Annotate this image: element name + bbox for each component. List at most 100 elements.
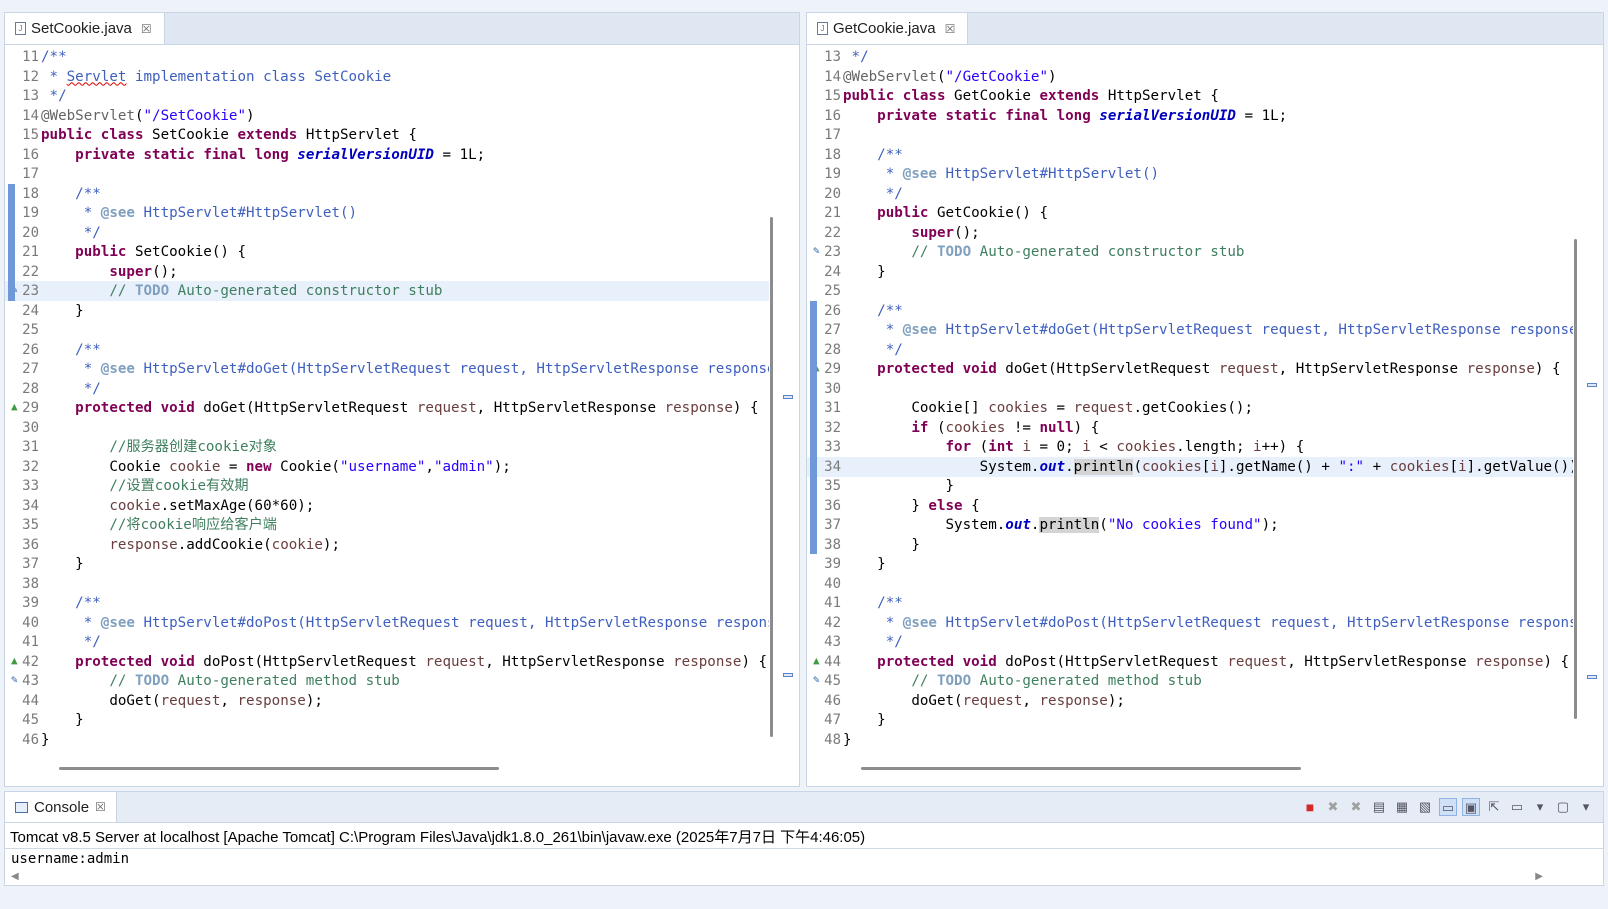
code-text[interactable]: Cookie[] cookies = request.getCookies(); xyxy=(843,398,1253,418)
code-text[interactable]: } xyxy=(843,710,886,730)
code-text[interactable]: doGet(request, response); xyxy=(843,691,1125,711)
code-text[interactable]: } else { xyxy=(843,496,979,516)
code-line-26[interactable]: 26 /** xyxy=(5,340,769,360)
code-line-37[interactable]: 37 System.out.println("No cookies found"… xyxy=(807,515,1573,535)
code-text[interactable]: } xyxy=(843,554,886,574)
code-line-17[interactable]: 17 xyxy=(5,164,769,184)
code-line-27[interactable]: 27 * @see HttpServlet#doGet(HttpServletR… xyxy=(5,359,769,379)
code-line-46[interactable]: 46} xyxy=(5,730,769,750)
editor-setcookie[interactable]: J SetCookie.java ☒ 11/** 12 * Servlet imp… xyxy=(4,12,800,787)
code-line-27[interactable]: 27 * @see HttpServlet#doGet(HttpServletR… xyxy=(807,320,1573,340)
scrollbar-thumb[interactable] xyxy=(1574,239,1577,719)
override-marker-icon[interactable]: ▲ xyxy=(11,654,18,668)
close-tab-icon[interactable]: ☒ xyxy=(945,22,956,36)
code-text[interactable]: // TODO Auto-generated method stub xyxy=(41,671,399,691)
code-text[interactable]: @WebServlet("/GetCookie") xyxy=(843,67,1057,87)
code-area[interactable]: 13 */14 @WebServlet("/GetCookie") 15 public… xyxy=(807,45,1573,755)
scrollbar-thumb[interactable] xyxy=(861,767,1301,770)
code-line-30[interactable]: 30 xyxy=(5,418,769,438)
code-text[interactable]: * @see HttpServlet#HttpServlet() xyxy=(843,164,1159,184)
code-line-22[interactable]: 22 super(); xyxy=(5,262,769,282)
code-line-46[interactable]: 46 doGet(request, response); xyxy=(807,691,1573,711)
code-line-20[interactable]: 20 */ xyxy=(807,184,1573,204)
code-text[interactable]: } xyxy=(41,730,50,750)
code-line-24[interactable]: 24 } xyxy=(5,301,769,321)
code-text[interactable]: cookie.setMaxAge(60*60); xyxy=(41,496,314,516)
code-line-37[interactable]: 37 } xyxy=(5,554,769,574)
scrollbar-thumb[interactable] xyxy=(770,217,773,737)
code-text[interactable]: /** xyxy=(843,593,903,613)
code-line-38[interactable]: 38 xyxy=(5,574,769,594)
word-wrap-icon[interactable]: ▧ xyxy=(1416,798,1434,816)
code-area[interactable]: 11/** 12 * Servlet implementation class S… xyxy=(5,45,769,755)
code-text[interactable]: public class SetCookie extends HttpServl… xyxy=(41,125,417,145)
code-text[interactable]: public class GetCookie extends HttpServl… xyxy=(843,86,1219,106)
code-text[interactable]: * @see HttpServlet#doGet(HttpServletRequ… xyxy=(843,320,1573,340)
remove-all-icon[interactable]: ✖ xyxy=(1347,798,1365,816)
scrollbar-thumb[interactable] xyxy=(59,767,499,770)
code-text[interactable]: */ xyxy=(843,184,903,204)
console-horizontal-scrollbar[interactable]: ◀ ▶ xyxy=(11,871,1543,883)
terminate-icon[interactable]: ■ xyxy=(1301,798,1319,816)
code-text[interactable]: super(); xyxy=(41,262,177,282)
code-line-25[interactable]: 25 xyxy=(807,281,1573,301)
code-line-13[interactable]: 13 */ xyxy=(5,86,769,106)
code-line-43[interactable]: 43 ✎ // TODO Auto-generated method stub xyxy=(5,671,769,691)
code-line-35[interactable]: 35 } xyxy=(807,476,1573,496)
code-line-40[interactable]: 40 * @see HttpServlet#doPost(HttpServlet… xyxy=(5,613,769,633)
code-text[interactable]: */ xyxy=(41,86,67,106)
code-text[interactable]: for (int i = 0; i < cookies.length; i++)… xyxy=(843,437,1305,457)
code-text[interactable]: */ xyxy=(41,379,101,399)
code-line-34[interactable]: 34 System.out.println(cookies[i].getName… xyxy=(807,456,1573,477)
overview-marker[interactable] xyxy=(783,395,793,399)
code-text[interactable]: // TODO Auto-generated constructor stub xyxy=(843,242,1244,262)
code-line-44[interactable]: 44 doGet(request, response); xyxy=(5,691,769,711)
code-text[interactable]: */ xyxy=(843,47,869,67)
code-text[interactable]: if (cookies != null) { xyxy=(843,418,1099,438)
code-line-33[interactable]: 33 for (int i = 0; i < cookies.length; i… xyxy=(807,437,1573,457)
code-text[interactable]: * Servlet implementation class SetCookie xyxy=(41,67,392,87)
code-text[interactable]: Cookie cookie = new Cookie("username","a… xyxy=(41,457,511,477)
code-line-28[interactable]: 28 */ xyxy=(5,379,769,399)
code-line-29[interactable]: 29▲ protected void doGet(HttpServletRequ… xyxy=(807,359,1573,379)
code-line-15[interactable]: 15 public class GetCookie extends HttpSer… xyxy=(807,86,1573,106)
code-line-43[interactable]: 43 */ xyxy=(807,632,1573,652)
clear-console-icon[interactable]: ▤ xyxy=(1370,798,1388,816)
code-text[interactable]: doGet(request, response); xyxy=(41,691,323,711)
code-line-30[interactable]: 30 xyxy=(807,379,1573,399)
overview-ruler[interactable] xyxy=(1585,45,1601,755)
code-line-17[interactable]: 17 xyxy=(807,125,1573,145)
display-console-icon[interactable]: ▭ xyxy=(1508,798,1526,816)
display-dropdown-icon[interactable]: ▾ xyxy=(1531,798,1549,816)
code-line-23[interactable]: 23✎ // TODO Auto-generated constructor s… xyxy=(807,242,1573,262)
code-line-31[interactable]: 31 Cookie[] cookies = request.getCookies… xyxy=(807,398,1573,418)
console-output[interactable]: username:admin xyxy=(11,851,129,867)
code-line-12[interactable]: 12 * Servlet implementation class SetCoo… xyxy=(5,67,769,87)
code-text[interactable]: public GetCookie() { xyxy=(843,203,1048,223)
code-text[interactable]: */ xyxy=(843,340,903,360)
horizontal-scrollbar[interactable] xyxy=(59,764,769,772)
code-line-15[interactable]: 15 public class SetCookie extends HttpSer… xyxy=(5,125,769,145)
code-text[interactable]: System.out.println("No cookies found"); xyxy=(843,515,1279,535)
code-text[interactable]: /** xyxy=(843,301,903,321)
code-line-45[interactable]: 45 } xyxy=(5,710,769,730)
code-text[interactable]: @WebServlet("/SetCookie") xyxy=(41,106,255,126)
code-text[interactable]: //服务器创建cookie对象 xyxy=(41,437,277,457)
code-text[interactable]: /** xyxy=(41,340,101,360)
code-line-13[interactable]: 13 */ xyxy=(807,47,1573,67)
tab-setcookie-java[interactable]: J SetCookie.java ☒ xyxy=(5,13,165,44)
code-line-34[interactable]: 34 cookie.setMaxAge(60*60); xyxy=(5,496,769,516)
code-line-18[interactable]: 18 /** xyxy=(807,145,1573,165)
code-line-36[interactable]: 36 } else { xyxy=(807,496,1573,516)
code-line-44[interactable]: 44 ▲ protected void doPost(HttpServletReq… xyxy=(807,652,1573,672)
code-text[interactable]: * @see HttpServlet#doGet(HttpServletRequ… xyxy=(41,359,769,379)
code-line-45[interactable]: 45 ✎ // TODO Auto-generated method stub xyxy=(807,671,1573,691)
code-line-18[interactable]: 18 /** xyxy=(5,184,769,204)
close-tab-icon[interactable]: ☒ xyxy=(141,22,152,36)
open-dropdown-icon[interactable]: ▾ xyxy=(1577,798,1595,816)
code-line-25[interactable]: 25 xyxy=(5,320,769,340)
code-text[interactable]: super(); xyxy=(843,223,979,243)
code-line-16[interactable]: 16 private static final long serialVersi… xyxy=(5,145,769,165)
code-line-39[interactable]: 39 } xyxy=(807,554,1573,574)
code-line-21[interactable]: 21 public GetCookie() { xyxy=(807,203,1573,223)
